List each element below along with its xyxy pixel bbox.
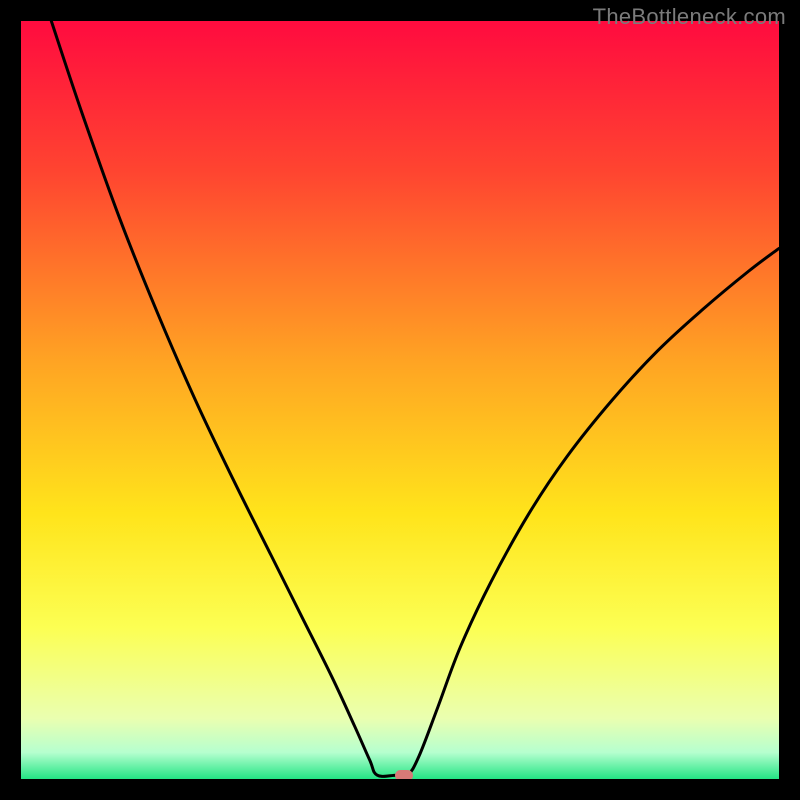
bottleneck-chart bbox=[21, 21, 779, 779]
plot-area bbox=[21, 21, 779, 779]
watermark-text: TheBottleneck.com bbox=[593, 4, 786, 30]
gradient-background bbox=[21, 21, 779, 779]
optimal-point-marker bbox=[395, 770, 413, 779]
chart-frame: TheBottleneck.com bbox=[0, 0, 800, 800]
